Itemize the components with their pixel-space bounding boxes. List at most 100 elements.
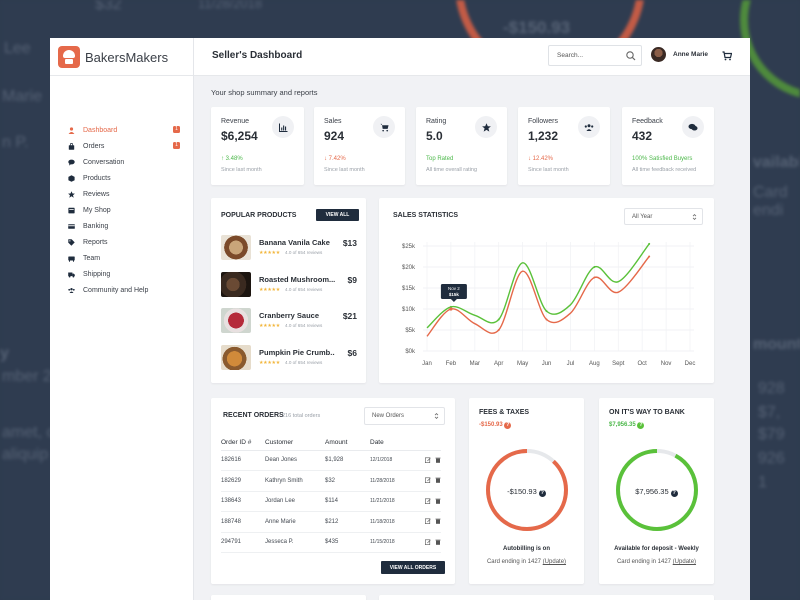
- user-icon: [68, 126, 75, 134]
- sidebar-item-conversation[interactable]: Conversation: [68, 156, 180, 168]
- product-item[interactable]: Cranberry Sauce ★★★★★ 4.0 of 654 reviews…: [221, 308, 357, 334]
- sidebar-item-my-shop[interactable]: My Shop: [68, 204, 180, 216]
- sales-line-chart: $0k $5k $10k $15k $20k $25k Jan Feb Mar Apr May Jun…: [402, 242, 695, 367]
- sidebar-item-label: Conversation: [83, 158, 125, 166]
- view-all-orders-button[interactable]: VIEW ALL ORDERS: [381, 561, 445, 574]
- trash-icon[interactable]: [435, 539, 441, 545]
- card-ending-text: Card ending in 1427: [616, 559, 672, 565]
- data-point: [545, 318, 548, 321]
- edit-icon[interactable]: [425, 498, 431, 504]
- product-item[interactable]: Pumpkin Pie Crumb... ★★★★★ 4.0 of 654 re…: [221, 345, 357, 371]
- view-all-button[interactable]: VIEW ALL: [316, 209, 359, 221]
- sidebar-item-dashboard[interactable]: Dashboard 1: [68, 124, 180, 136]
- gauge-center-value: $7,956.35 ?: [599, 487, 714, 497]
- stat-subtext: Since last month: [221, 167, 262, 173]
- stat-card-revenue: Revenue $6,254 ↑ 3.48% Since last month: [211, 107, 304, 185]
- edit-icon[interactable]: [425, 518, 431, 525]
- sidebar-item-reviews[interactable]: Reviews: [68, 188, 180, 200]
- stat-subtext: All time feedback received: [632, 167, 697, 173]
- order-id-cell: 188748: [221, 511, 265, 533]
- order-id-cell: 294791: [221, 532, 265, 553]
- edit-icon[interactable]: [425, 539, 431, 545]
- y-tick-label: $5k: [405, 328, 416, 334]
- background-text: $32: [95, 0, 122, 13]
- product-item[interactable]: Banana Vanila Cake ★★★★★ 4.0 of 654 revi…: [221, 235, 357, 261]
- product-item[interactable]: Roasted Mushroom... ★★★★★ 4.0 of 654 rev…: [221, 272, 357, 298]
- partial-card: [379, 595, 714, 600]
- stat-change: 100% Satisfied Buyers: [632, 156, 693, 162]
- trash-icon[interactable]: [435, 457, 441, 463]
- shop-icon: [68, 207, 75, 214]
- product-reviews: 4.0 of 654 reviews: [285, 323, 323, 328]
- table-row[interactable]: 294791 Jesseca P. $435 11/15/2018: [221, 532, 441, 553]
- stat-change-value: 12.42%: [532, 156, 554, 162]
- section-title: FEES & TAXES: [479, 409, 530, 416]
- stat-label: Followers: [528, 118, 558, 125]
- card-ending-line: Card ending in 1427 (Update): [599, 559, 714, 565]
- rating-stars: ★★★★★: [259, 360, 280, 366]
- chart-tooltip-value: $15k: [449, 292, 460, 297]
- help-icon[interactable]: ?: [538, 490, 546, 497]
- update-link[interactable]: (Update): [673, 559, 696, 565]
- order-filter-select[interactable]: New Orders: [364, 407, 445, 425]
- sidebar-item-reports[interactable]: Reports: [68, 236, 180, 248]
- sidebar-item-team[interactable]: Team: [68, 252, 180, 264]
- brand-logo[interactable]: BakersMakers: [58, 45, 192, 69]
- data-point: [593, 276, 596, 279]
- sidebar: Dashboard 1 Orders 1 Conversation Produc…: [50, 76, 193, 600]
- edit-icon[interactable]: [425, 457, 431, 463]
- edit-icon[interactable]: [425, 477, 431, 484]
- search-input[interactable]: Search...: [548, 45, 642, 66]
- stat-change: ↓ 7.42%: [324, 156, 346, 162]
- date-cell: 11/21/2018: [370, 491, 415, 512]
- card-ending-line: Card ending in 1427 (Update): [469, 559, 584, 565]
- cart-icon[interactable]: [722, 51, 732, 61]
- stat-label: Feedback: [632, 118, 663, 125]
- date-cell: 11/15/2018: [370, 532, 415, 553]
- page-title: Seller's Dashboard: [212, 50, 303, 61]
- data-point: [593, 266, 596, 268]
- trash-icon[interactable]: [435, 498, 441, 504]
- bank-amount: $7,956.35 ?: [609, 422, 645, 429]
- table-row[interactable]: 138643 Jordan Lee $114 11/21/2018: [221, 491, 441, 512]
- help-icon[interactable]: ?: [504, 422, 512, 429]
- sidebar-item-banking[interactable]: Banking: [68, 220, 180, 232]
- dashboard-window: BakersMakers Seller's Dashboard Search..…: [50, 38, 750, 600]
- help-icon[interactable]: ?: [670, 490, 678, 497]
- sidebar-item-community[interactable]: Community and Help: [68, 284, 180, 296]
- bank-amount-value: $7,956.35: [609, 422, 636, 428]
- chart-tooltip-label: Nov 2: [448, 286, 460, 291]
- y-tick-label: $25k: [402, 244, 416, 250]
- table-row[interactable]: 188748 Anne Marie $212 11/18/2018: [221, 511, 441, 533]
- search-icon[interactable]: [625, 50, 637, 62]
- trash-icon[interactable]: [435, 477, 441, 484]
- customer-cell: Jordan Lee: [265, 491, 325, 512]
- sidebar-item-label: Reports: [83, 238, 108, 246]
- help-icon[interactable]: ?: [637, 422, 645, 429]
- trash-icon[interactable]: [435, 518, 441, 525]
- background-text: n P.: [2, 134, 29, 151]
- x-tick-label: Jan: [422, 361, 432, 367]
- background-text: -$150.93: [503, 18, 571, 37]
- product-name: Pumpkin Pie Crumb...: [259, 348, 335, 357]
- stat-card-sales: Sales 924 ↓ 7.42% Since last month: [314, 107, 405, 185]
- fees-amount: -$150.93 ?: [479, 422, 512, 429]
- stat-subtext: All time overall rating: [426, 167, 478, 173]
- user-menu[interactable]: Anne Marie: [651, 47, 708, 62]
- sidebar-item-products[interactable]: Products: [68, 172, 180, 184]
- cart-icon: [373, 116, 395, 138]
- sidebar-item-label: Products: [83, 174, 111, 182]
- sidebar-item-orders[interactable]: Orders 1: [68, 140, 180, 152]
- sidebar-item-shipping[interactable]: Shipping: [68, 268, 180, 280]
- update-link[interactable]: (Update): [543, 559, 566, 565]
- notification-badge: 1: [173, 142, 180, 149]
- stat-value: 924: [324, 129, 345, 143]
- gauge-center-value: -$150.93 ?: [469, 487, 584, 497]
- date-cell: 12/1/2018: [370, 450, 415, 471]
- table-row[interactable]: 182616 Dean Jones $1,928 12/1/2018: [221, 450, 441, 471]
- team-icon: [68, 255, 75, 262]
- amount-cell: $114: [325, 491, 370, 512]
- section-title: ON IT'S WAY TO BANK: [609, 409, 685, 416]
- table-row[interactable]: 182629 Kathryn Smith $32 11/28/2018: [221, 470, 441, 492]
- brand-name: BakersMakers: [85, 49, 169, 65]
